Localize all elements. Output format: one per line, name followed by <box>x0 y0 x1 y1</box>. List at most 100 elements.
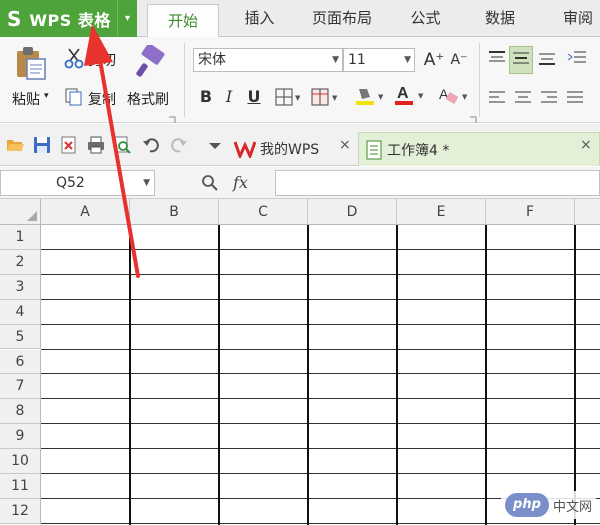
tab-data[interactable]: 数据 <box>470 0 530 37</box>
tab-formulas[interactable]: 公式 <box>398 0 453 37</box>
grid-border <box>41 448 600 450</box>
row-header-4[interactable]: 4 <box>0 299 41 325</box>
tab-review[interactable]: 审阅 <box>553 0 600 37</box>
wps-logo-icon: S <box>7 6 22 31</box>
copy-label[interactable]: 复制 <box>88 89 116 109</box>
doc-tab-label: 工作簿4 * <box>387 142 450 159</box>
grid-border <box>41 522 600 524</box>
chevron-down-icon: ▼ <box>332 55 339 65</box>
align-center-icon[interactable] <box>513 89 533 111</box>
print-preview-icon[interactable] <box>113 136 131 154</box>
spreadsheet-file-icon <box>366 140 382 159</box>
name-box[interactable]: Q52 ▼ <box>0 170 155 196</box>
row-header-1[interactable]: 1 <box>0 225 41 250</box>
tab-home[interactable]: 开始 <box>147 4 219 38</box>
print-icon[interactable] <box>87 136 105 154</box>
font-color-icon[interactable]: A ▼ <box>393 83 427 111</box>
font-size-value: 11 <box>348 52 366 68</box>
row-header-8[interactable]: 8 <box>0 399 41 425</box>
formula-bar: Q52 ▼ fx <box>0 167 600 199</box>
row-header-12[interactable]: 12 <box>0 498 41 524</box>
tab-page-layout[interactable]: 页面布局 <box>302 0 382 37</box>
bold-button[interactable]: B <box>195 86 217 108</box>
app-menu-button[interactable]: S WPS 表格 ▾ <box>0 0 137 37</box>
row-header-2[interactable]: 2 <box>0 249 41 275</box>
doc-tab-label: 我的WPS <box>260 142 320 158</box>
copy-icon[interactable] <box>64 87 84 111</box>
wps-spreadsheet-window: S WPS 表格 ▾ 开始 插入 页面布局 公式 数据 审阅 粘贴 ▾ 剪切 复… <box>0 0 600 525</box>
svg-text:▼: ▼ <box>295 94 301 102</box>
paste-dropdown[interactable]: ▾ <box>44 91 49 101</box>
column-header-b[interactable]: B <box>130 199 219 225</box>
spreadsheet-grid[interactable]: A B C D E F 1 2 3 4 5 6 7 8 9 10 11 12 php 中文网 <box>0 199 600 525</box>
scissors-icon[interactable] <box>64 47 84 73</box>
align-top-icon[interactable] <box>487 49 507 71</box>
fill-color-icon[interactable]: ▼ <box>353 85 387 111</box>
grid-border <box>574 225 576 525</box>
align-bottom-icon[interactable] <box>537 49 557 71</box>
paste-label[interactable]: 粘贴 <box>12 89 40 109</box>
align-middle-icon[interactable] <box>509 46 533 74</box>
row-header-9[interactable]: 9 <box>0 424 41 450</box>
export-pdf-icon[interactable] <box>60 136 78 154</box>
font-size-select[interactable]: 11 ▼ <box>343 48 415 72</box>
customize-toolbar-icon[interactable] <box>206 136 224 154</box>
close-icon[interactable]: × <box>339 137 351 153</box>
justify-icon[interactable] <box>565 89 585 111</box>
shrink-font-button[interactable]: A⁻ <box>448 49 470 71</box>
undo-icon[interactable] <box>142 136 160 154</box>
merge-cells-icon[interactable]: ▼ <box>310 87 340 111</box>
align-right-icon[interactable] <box>539 89 559 111</box>
column-header-g[interactable] <box>575 199 600 225</box>
grid-border <box>41 398 600 400</box>
save-icon[interactable] <box>33 136 51 154</box>
grid-border <box>41 423 600 425</box>
app-menu-dropdown[interactable]: ▾ <box>117 0 137 37</box>
font-name-value: 宋体 <box>198 52 226 68</box>
align-left-icon[interactable] <box>487 89 507 111</box>
ribbon-divider <box>479 43 480 117</box>
column-header-a[interactable]: A <box>41 199 130 225</box>
close-icon[interactable]: × <box>580 137 592 153</box>
php-logo: php <box>504 493 549 517</box>
insert-function-button[interactable]: fx <box>233 173 248 192</box>
grow-font-button[interactable]: A⁺ <box>423 49 445 71</box>
grid-border <box>485 225 487 525</box>
svg-text:▼: ▼ <box>378 93 384 101</box>
row-header-10[interactable]: 10 <box>0 449 41 474</box>
font-name-select[interactable]: 宋体 ▼ <box>193 48 343 72</box>
column-header-d[interactable]: D <box>308 199 397 225</box>
column-header-e[interactable]: E <box>397 199 486 225</box>
underline-button[interactable]: U <box>243 86 265 108</box>
format-painter-icon[interactable] <box>133 43 167 85</box>
grid-border <box>41 298 600 300</box>
svg-text:A: A <box>397 85 409 102</box>
paste-icon[interactable] <box>14 45 48 87</box>
clear-format-icon[interactable]: A ▼ <box>437 85 471 111</box>
border-icon[interactable]: ▼ <box>274 87 302 111</box>
column-header-c[interactable]: C <box>219 199 308 225</box>
svg-text:▼: ▼ <box>418 92 424 100</box>
grid-border <box>396 225 398 525</box>
open-folder-icon[interactable] <box>6 136 24 154</box>
row-header-3[interactable]: 3 <box>0 274 41 300</box>
indent-icon[interactable] <box>566 49 588 71</box>
italic-button[interactable]: I <box>218 86 240 108</box>
app-name: WPS 表格 <box>29 10 111 30</box>
row-header-5[interactable]: 5 <box>0 324 41 350</box>
formula-input[interactable] <box>275 170 600 196</box>
chevron-down-icon: ▼ <box>404 55 411 65</box>
cut-label[interactable]: 剪切 <box>88 50 116 70</box>
row-header-6[interactable]: 6 <box>0 349 41 375</box>
row-header-7[interactable]: 7 <box>0 374 41 400</box>
grid-border <box>41 473 600 474</box>
tab-insert[interactable]: 插入 <box>232 0 287 37</box>
format-painter-label[interactable]: 格式刷 <box>127 89 169 109</box>
select-all-button[interactable] <box>0 199 41 225</box>
quick-access-bar: 我的WPS × 工作簿4 * × <box>0 124 600 166</box>
zoom-search-icon[interactable] <box>201 174 219 192</box>
row-header-11[interactable]: 11 <box>0 474 41 499</box>
redo-icon[interactable] <box>170 136 188 154</box>
doc-tab-workbook4[interactable]: 工作簿4 * <box>358 132 600 166</box>
column-header-f[interactable]: F <box>486 199 575 225</box>
